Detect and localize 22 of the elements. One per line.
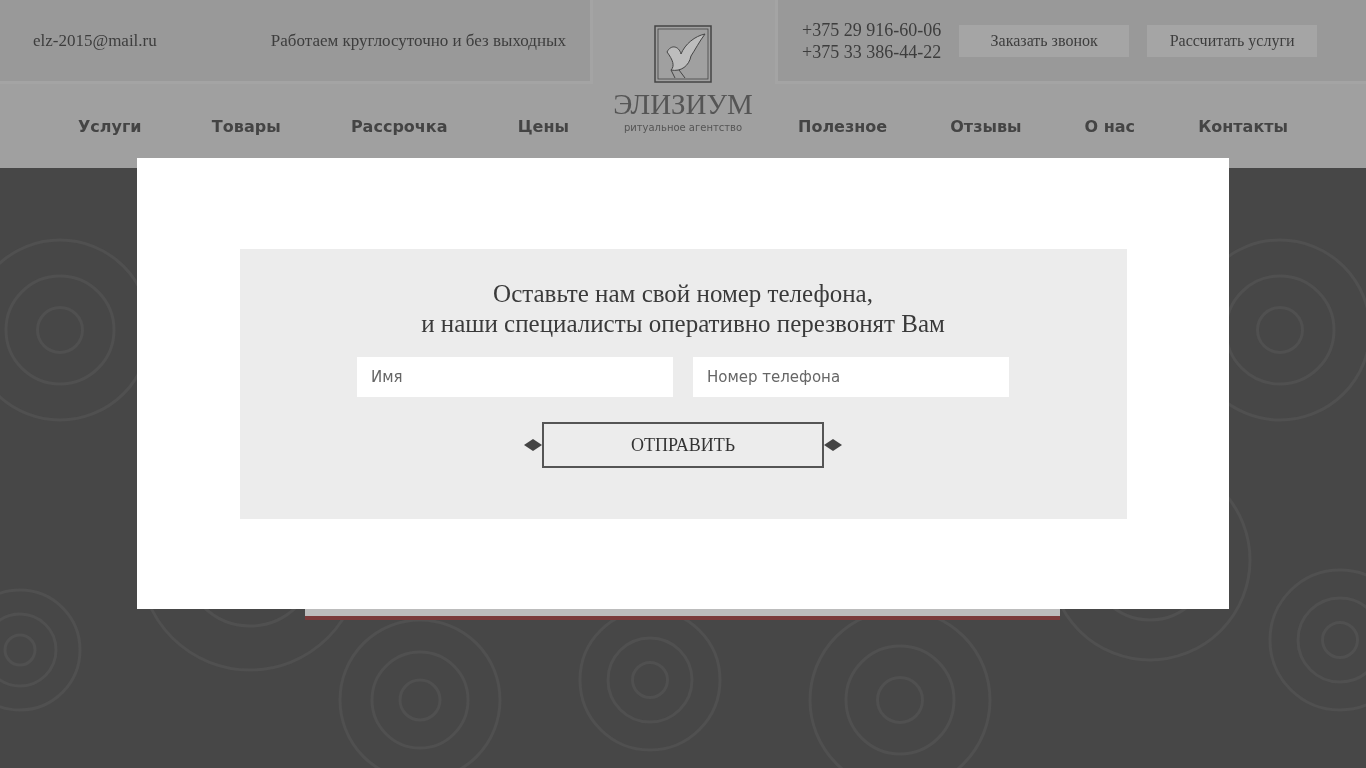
header-button[interactable]: Заказать звонок xyxy=(959,24,1130,57)
diamond-icon xyxy=(824,439,842,451)
nav-link[interactable]: Отзывы xyxy=(950,116,1022,136)
input-field[interactable]: Номер телефона xyxy=(693,357,1009,397)
input-field[interactable]: Имя xyxy=(357,357,673,397)
dialog-title: Оставьте нам свой номер телефона, и наши специалисты оперативно перезвонят Вам xyxy=(421,279,945,339)
nav-link[interactable]: О нас xyxy=(1084,116,1136,136)
email-link[interactable]: elz-2015@mail.ru xyxy=(33,30,157,51)
nav-link[interactable]: Контакты xyxy=(1198,116,1288,136)
logo-name[interactable]: ЭЛИЗИУМ xyxy=(613,90,753,119)
header-button[interactable]: Рассчитать услуги xyxy=(1147,24,1318,57)
logo-tagline: ритуальное агентство xyxy=(623,122,743,133)
submit-button[interactable]: ОТПРАВИТЬ xyxy=(542,422,824,468)
nav-link[interactable]: Полезное xyxy=(798,116,888,136)
nav-link[interactable]: Цены xyxy=(517,116,569,136)
nav-link[interactable]: Товары xyxy=(211,116,281,136)
nav-link[interactable]: Услуги xyxy=(78,116,142,136)
working-hours: Работаем круглосуточно и без выходных xyxy=(270,30,566,51)
nav-link[interactable]: Рассрочка xyxy=(350,116,448,136)
phone-number: +375 29 916-60-06 xyxy=(802,18,942,41)
diamond-icon xyxy=(524,439,542,451)
phone-number: +375 33 386-44-22 xyxy=(802,40,942,63)
